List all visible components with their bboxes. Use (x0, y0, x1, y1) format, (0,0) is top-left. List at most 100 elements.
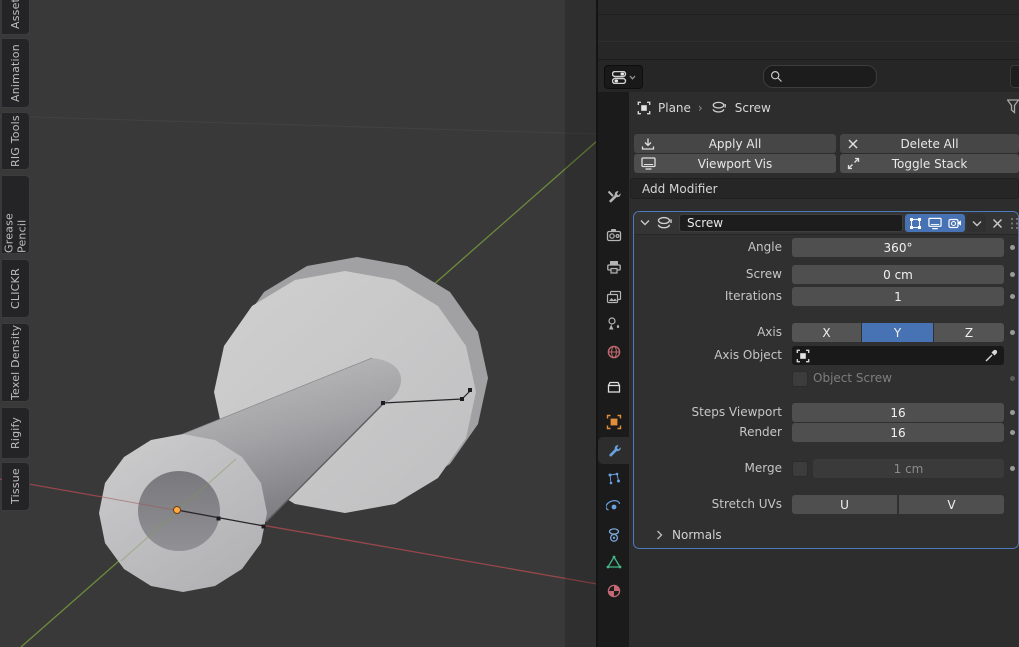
tab-object[interactable] (598, 408, 629, 435)
realtime-display-toggle[interactable] (925, 214, 945, 232)
apply-all-button[interactable]: Apply All (634, 134, 836, 153)
output-printer-icon (606, 259, 622, 275)
edit-mode-display-toggle[interactable] (905, 214, 925, 232)
object-data-icon (606, 554, 622, 570)
decorator-dot[interactable] (1010, 330, 1015, 335)
object-screw-row: Object Screw (634, 369, 1018, 388)
sidebar-tab-rig-tools[interactable]: RIG Tools (2, 112, 30, 170)
button-label: Toggle Stack (840, 157, 1019, 171)
particles-icon (606, 471, 622, 487)
tab-constraints[interactable] (598, 521, 629, 548)
render-icon (606, 227, 622, 243)
stretch-v-button[interactable]: V (899, 495, 1004, 514)
delete-all-button[interactable]: Delete All (840, 134, 1019, 153)
decorator-dot[interactable] (1010, 294, 1015, 299)
remove-modifier-button[interactable] (988, 214, 1006, 232)
sidebar-tab-texel-density[interactable]: Texel Density (2, 323, 30, 402)
modifier-panel-header[interactable]: Screw (634, 212, 1018, 235)
tab-modifiers[interactable] (598, 437, 629, 464)
sidebar-tab-asset[interactable]: Asset (2, 0, 30, 35)
collapse-chevron-icon[interactable] (640, 219, 650, 226)
sidebar-tab-tissue[interactable]: Tissue (2, 462, 30, 511)
angle-row: Angle 360° (634, 238, 1018, 257)
field-label: Render (739, 425, 782, 439)
axis-row: Axis X Y Z (634, 323, 1018, 342)
properties-header (598, 60, 1019, 92)
tab-label: Rigify (9, 417, 22, 449)
merge-distance-field[interactable]: 1 cm (813, 459, 1004, 478)
sidebar-tab-clickr[interactable]: CLICKR (2, 259, 30, 318)
modifier-extras-dropdown[interactable] (967, 214, 986, 232)
toggle-stack-button[interactable]: Toggle Stack (840, 154, 1019, 173)
tab-label: Tissue (9, 469, 22, 505)
tab-label: Asset (9, 0, 22, 29)
breadcrumb-modifier[interactable]: Screw (735, 101, 771, 115)
decorator-dot[interactable] (1010, 466, 1015, 471)
drag-handle-icon[interactable] (1010, 217, 1019, 230)
tab-label: Texel Density (9, 325, 22, 400)
chevron-down-icon (972, 220, 982, 227)
render-display-toggle[interactable] (945, 214, 965, 232)
stretch-uvs-row: Stretch UVs U V (634, 495, 1018, 514)
field-label: Screw (746, 267, 782, 281)
tab-world[interactable] (598, 338, 629, 365)
eyedropper-icon[interactable] (984, 349, 998, 363)
editor-type-button[interactable] (604, 65, 643, 89)
steps-viewport-row: Steps Viewport 16 (634, 403, 1018, 422)
decorator-dot[interactable] (1010, 376, 1015, 381)
axis-object-row: Axis Object (634, 346, 1018, 365)
tab-view-layer[interactable] (598, 283, 629, 310)
axis-x-button[interactable]: X (792, 323, 861, 342)
steps-viewport-field[interactable]: 16 (792, 403, 1004, 422)
axis-z-button[interactable]: Z (934, 323, 1004, 342)
properties-search-input[interactable] (763, 65, 877, 88)
modifier-name-field[interactable]: Screw (679, 214, 903, 232)
iterations-field[interactable]: 1 (792, 287, 1004, 306)
tab-object-data[interactable] (598, 548, 629, 575)
tab-scene[interactable] (598, 310, 629, 337)
sidebar-tab-rigify[interactable]: Rigify (2, 407, 30, 459)
add-modifier-dropdown[interactable]: Add Modifier (630, 178, 1019, 199)
search-icon (770, 70, 783, 83)
object-icon (796, 349, 810, 363)
object-screw-checkbox[interactable] (792, 371, 808, 387)
decorator-dot[interactable] (1010, 410, 1015, 415)
modifier-name: Screw (687, 216, 723, 230)
angle-field[interactable]: 360° (792, 238, 1004, 257)
decorator-dot[interactable] (1010, 272, 1015, 277)
tab-physics[interactable] (598, 493, 629, 520)
sidebar-tab-grease-pencil[interactable]: Grease Pencil (2, 175, 30, 254)
viewport-sidebar-tab-strip (565, 0, 597, 647)
screw-modifier-icon (710, 100, 728, 116)
chevron-down-icon (629, 75, 636, 80)
camera-icon (948, 217, 962, 229)
decorator-dot[interactable] (1010, 245, 1015, 250)
screw-field[interactable]: 0 cm (792, 265, 1004, 284)
screw-modifier-panel: Screw (633, 211, 1019, 549)
tab-label: RIG Tools (9, 115, 22, 167)
sidebar-tab-animation[interactable]: Animation (2, 38, 30, 108)
tab-collection[interactable] (598, 373, 629, 400)
filter-icon[interactable] (1007, 99, 1019, 116)
breadcrumb-object[interactable]: Plane (658, 101, 691, 115)
axis-y-button[interactable]: Y (862, 323, 933, 342)
field-label: Angle (748, 240, 782, 254)
stretch-u-button[interactable]: U (792, 495, 897, 514)
merge-checkbox[interactable] (792, 461, 808, 477)
field-label: Stretch UVs (712, 497, 782, 511)
tab-material[interactable] (598, 577, 629, 604)
collection-icon (606, 379, 622, 395)
normals-subpanel-header[interactable]: Normals (634, 525, 1018, 547)
tab-tool[interactable] (598, 183, 629, 210)
viewport-vis-button[interactable]: Viewport Vis (634, 154, 836, 173)
tab-output[interactable] (598, 253, 629, 280)
axis-object-field[interactable] (792, 346, 1004, 365)
physics-icon (606, 499, 622, 515)
render-steps-field[interactable]: 16 (792, 423, 1004, 442)
decorator-dot[interactable] (1010, 430, 1015, 435)
field-label: Merge (745, 461, 782, 475)
tab-render[interactable] (598, 221, 629, 248)
3d-viewport[interactable]: Asset Animation RIG Tools Grease Pencil … (0, 0, 597, 647)
header-button-clipped[interactable] (1010, 65, 1019, 88)
tab-particles[interactable] (598, 465, 629, 492)
